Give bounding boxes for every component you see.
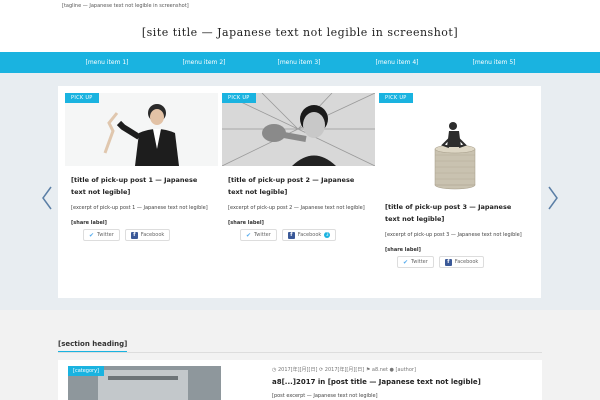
post-list-item: [category] ◷ 2017[年][月][日] ⟳ 2017[年][月][… <box>58 360 542 400</box>
pickup-card-thumbnail[interactable]: PICK UP <box>222 93 375 166</box>
post-author[interactable]: [author] <box>396 367 416 373</box>
twitter-share-label: Twitter <box>411 259 428 265</box>
man-pointing-at-viewer-image <box>222 93 375 166</box>
share-label: [share label] <box>71 220 107 226</box>
share-buttons: ✔ Twitter f Facebook <box>83 229 218 241</box>
section-divider <box>58 352 542 353</box>
nav-item-4[interactable]: [menu item 4] <box>375 52 418 73</box>
share-label: [share label] <box>385 247 421 253</box>
pickup-card-title[interactable]: [title of pick-up post 1 — Japanese text… <box>71 174 212 198</box>
facebook-icon: f <box>444 258 452 266</box>
pickup-card-title[interactable]: [title of pick-up post 3 — Japanese text… <box>385 201 526 225</box>
pickup-card-excerpt: [excerpt of pick-up post 1 — Japanese te… <box>71 205 208 211</box>
slider-next-button[interactable] <box>546 184 560 212</box>
twitter-share-button[interactable]: ✔ Twitter <box>83 229 120 241</box>
twitter-share-label: Twitter <box>254 232 271 238</box>
post-tag[interactable]: a8.net <box>372 367 388 373</box>
twitter-share-button[interactable]: ✔ Twitter <box>240 229 277 241</box>
facebook-icon: f <box>130 231 138 239</box>
pickup-badge: PICK UP <box>222 93 256 103</box>
clock-icon: ◷ <box>272 367 277 373</box>
chevron-left-icon <box>42 186 52 210</box>
share-label: [share label] <box>228 220 264 226</box>
facebook-share-count: 3 <box>324 232 331 238</box>
post-title[interactable]: a8[...]2017 in [post title — Japanese te… <box>272 378 481 386</box>
pickup-card-title[interactable]: [title of pick-up post 2 — Japanese text… <box>228 174 369 198</box>
pickup-card-thumbnail[interactable]: PICK UP <box>379 93 532 193</box>
post-thumbnail[interactable]: [category] <box>68 366 221 400</box>
man-sitting-on-coin-stack-image <box>379 93 532 193</box>
user-icon: ● <box>389 367 394 373</box>
post-meta: ◷ 2017[年][月][日] ⟳ 2017[年][月][日] ⚑ a8.net… <box>272 366 416 373</box>
pickup-card: PICK UP [title of pick-up post 3 — Japan… <box>379 93 532 268</box>
twitter-share-label: Twitter <box>97 232 114 238</box>
pickup-badge: PICK UP <box>379 93 413 103</box>
nav-item-3[interactable]: [menu item 3] <box>277 52 320 73</box>
site-title[interactable]: [site title — Japanese text not legible … <box>142 26 458 39</box>
twitter-share-button[interactable]: ✔ Twitter <box>397 256 434 268</box>
pickup-card-thumbnail[interactable]: PICK UP <box>65 93 218 166</box>
nav-item-2[interactable]: [menu item 2] <box>182 52 225 73</box>
facebook-icon: f <box>287 231 295 239</box>
post-updated-date: 2017[年][月][日] <box>324 367 365 373</box>
facebook-share-label: Facebook <box>140 232 165 238</box>
topbar-tagline: [tagline — Japanese text not legible in … <box>0 0 600 12</box>
tag-icon: ⚑ <box>365 367 371 373</box>
nav-item-5[interactable]: [menu item 5] <box>472 52 515 73</box>
refresh-icon: ⟳ <box>319 367 324 373</box>
facebook-share-button[interactable]: f Facebook 3 <box>281 229 337 241</box>
twitter-icon: ✔ <box>403 258 409 266</box>
share-buttons: ✔ Twitter f Facebook <box>397 256 532 268</box>
facebook-share-button[interactable]: f Facebook <box>124 229 171 241</box>
slider-prev-button[interactable] <box>40 184 54 212</box>
post-excerpt: [post excerpt — Japanese text not legibl… <box>272 393 378 399</box>
facebook-share-label: Facebook <box>297 232 322 238</box>
facebook-share-button[interactable]: f Facebook <box>438 256 485 268</box>
pickup-card-excerpt: [excerpt of pick-up post 3 — Japanese te… <box>385 232 522 238</box>
share-buttons: ✔ Twitter f Facebook 3 <box>240 229 375 241</box>
twitter-icon: ✔ <box>246 231 252 239</box>
category-badge[interactable]: [category] <box>68 366 104 376</box>
pickup-badge: PICK UP <box>65 93 99 103</box>
pickup-card: PICK UP [title of pick-up post 2 — Japan… <box>222 93 375 241</box>
post-date: 2017[年][月][日] <box>277 367 318 373</box>
chevron-right-icon <box>548 186 558 210</box>
nav-item-1[interactable]: [menu item 1] <box>85 52 128 73</box>
man-pointing-at-whiteboard-image <box>65 93 218 166</box>
site-header: [site title — Japanese text not legible … <box>0 12 600 52</box>
pickup-card: PICK UP [title of pick-up post 1 — Japan… <box>65 93 218 241</box>
facebook-share-label: Facebook <box>454 259 479 265</box>
twitter-icon: ✔ <box>89 231 95 239</box>
pickup-card-excerpt: [excerpt of pick-up post 2 — Japanese te… <box>228 205 365 211</box>
global-nav: [menu item 1] [menu item 2] [menu item 3… <box>0 52 600 73</box>
